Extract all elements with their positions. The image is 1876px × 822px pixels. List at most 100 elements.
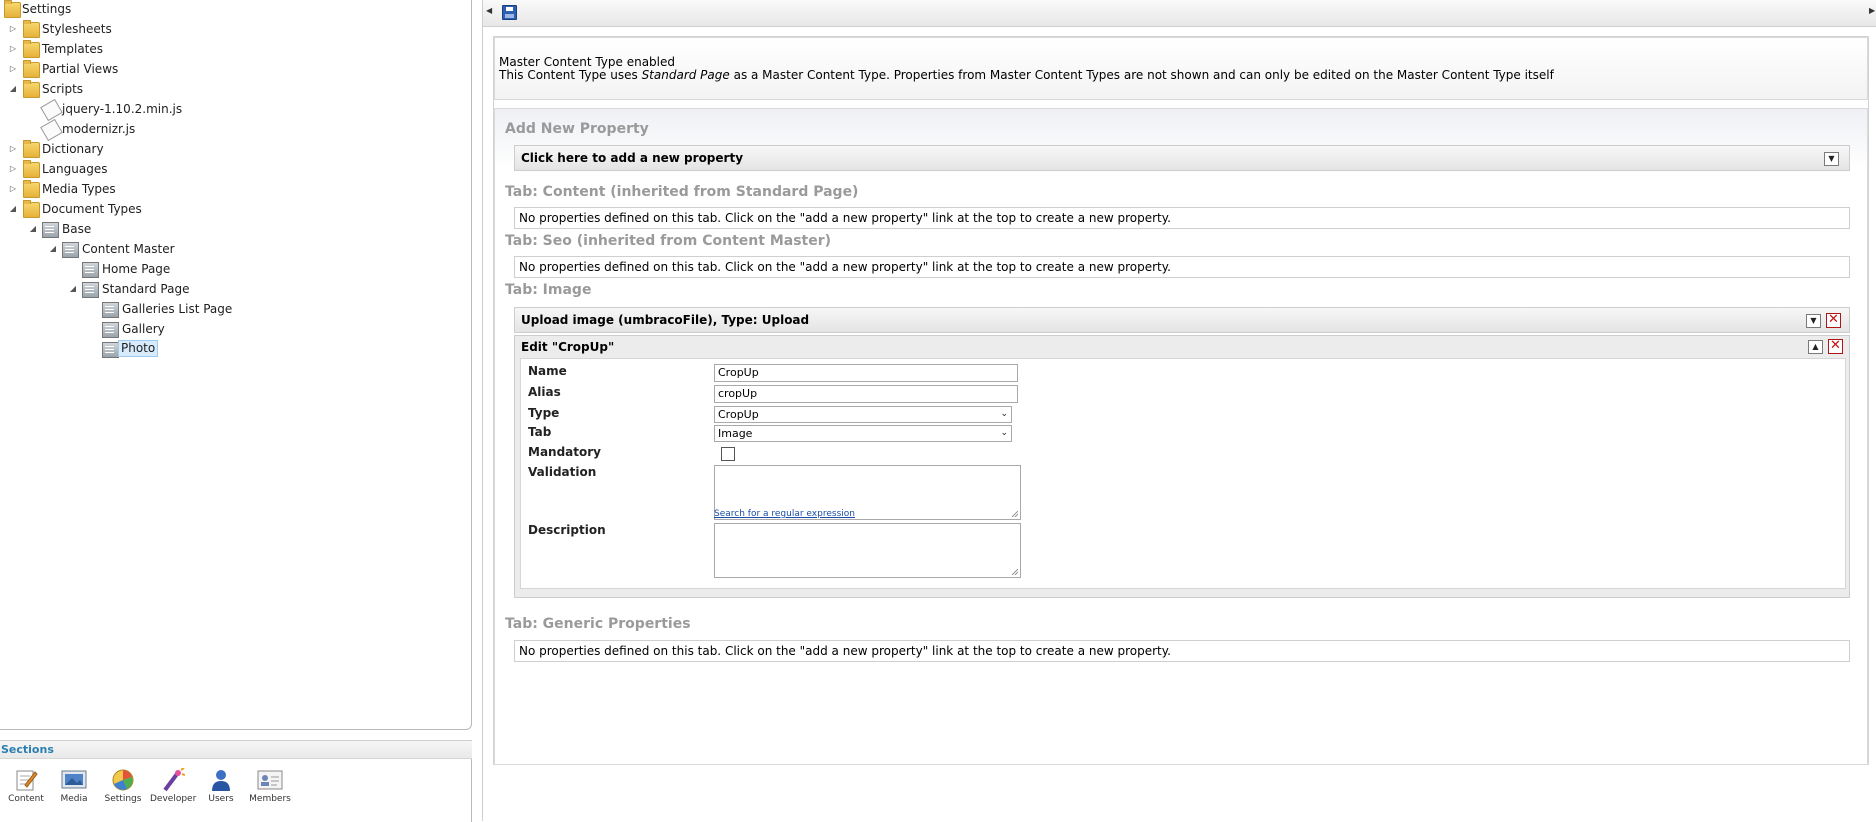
add-new-property-bar[interactable]: Click here to add a new property ▼: [514, 145, 1850, 171]
sections-panel: Sections Content Media Settings Develope…: [0, 740, 472, 822]
regex-search-link[interactable]: Search for a regular expression: [714, 509, 855, 519]
name-label: Name: [528, 364, 567, 378]
type-select-value: CropUp: [718, 408, 759, 421]
alias-input[interactable]: [714, 385, 1018, 403]
tab-select[interactable]: Image ⌄: [714, 425, 1012, 442]
tree-node-label: Partial Views: [42, 62, 119, 76]
scroll-left-icon[interactable]: ◀: [486, 6, 492, 15]
tab-content-empty-message: No properties defined on this tab. Click…: [514, 207, 1850, 229]
settings-section-icon: [110, 768, 136, 792]
expand-arrow-icon[interactable]: ▷: [8, 60, 18, 78]
section-media-button[interactable]: Media: [52, 768, 96, 818]
section-label: Users: [208, 794, 234, 804]
collapse-arrow-icon[interactable]: ◢: [28, 220, 38, 238]
tab-label: Tab: [528, 425, 552, 439]
mandatory-checkbox[interactable]: [721, 447, 735, 461]
document-type-icon: [82, 282, 99, 298]
section-label: Content: [8, 794, 44, 804]
add-new-property-label: Click here to add a new property: [521, 151, 744, 165]
master-content-type-notice: Master Content Type enabled This Content…: [494, 37, 1868, 100]
sections-title: Sections: [0, 741, 472, 759]
tree-node-label: Home Page: [102, 262, 171, 276]
settings-tree: Settings ▷ Stylesheets ▷ Templates ▷ Par…: [0, 0, 472, 730]
developer-section-icon: [159, 767, 186, 792]
chevron-down-icon: ⌄: [1000, 409, 1008, 419]
content-type-editor: Master Content Type enabled This Content…: [493, 36, 1869, 765]
tree-node-label: Dictionary: [42, 142, 104, 156]
toolbar: ◀ ▶: [483, 0, 1876, 27]
expand-arrow-icon[interactable]: ▷: [8, 140, 18, 158]
edit-property-panel: Edit "CropUp" ▲ ✕ Name Alias Type CropUp…: [514, 335, 1850, 598]
folder-icon: [23, 20, 40, 38]
tree-node-label: Base: [62, 222, 92, 236]
description-textarea[interactable]: [714, 523, 1021, 578]
document-type-icon: [102, 302, 119, 318]
collapse-arrow-icon[interactable]: ◢: [8, 80, 18, 98]
document-type-icon: [102, 322, 119, 338]
type-label: Type: [528, 406, 560, 420]
tree-node-label: Templates: [42, 42, 104, 56]
document-type-icon: [102, 342, 119, 358]
section-label: Members: [249, 794, 291, 804]
document-type-icon: [42, 222, 59, 238]
add-new-property-heading: Add New Property: [505, 121, 649, 137]
alias-label: Alias: [528, 385, 561, 399]
media-section-icon: [61, 768, 87, 792]
edit-property-header: Edit "CropUp" ▲ ✕: [515, 336, 1849, 358]
tree-node-label: Gallery: [122, 322, 165, 336]
validation-label: Validation: [528, 465, 597, 479]
folder-icon: [23, 180, 40, 198]
section-developer-button[interactable]: Developer: [150, 767, 197, 818]
section-settings-button[interactable]: Settings: [101, 768, 145, 818]
folder-icon: [4, 0, 21, 18]
collapse-arrow-icon[interactable]: ◢: [8, 200, 18, 218]
scroll-right-icon[interactable]: ▶: [1869, 6, 1875, 15]
section-label: Settings: [104, 794, 142, 804]
folder-icon: [23, 60, 40, 78]
expand-arrow-icon[interactable]: ▷: [8, 20, 18, 38]
section-label: Developer: [150, 794, 197, 804]
notice-text: This Content Type uses Standard Page as …: [499, 68, 1554, 82]
collapse-arrow-icon[interactable]: ◢: [48, 240, 58, 258]
mandatory-label: Mandatory: [528, 445, 601, 459]
content-section-icon: [13, 768, 39, 792]
tab-seo-empty-message: No properties defined on this tab. Click…: [514, 256, 1850, 278]
save-icon[interactable]: [502, 5, 517, 20]
tab-content-heading: Tab: Content (inherited from Standard Pa…: [505, 184, 859, 200]
collapse-arrow-icon[interactable]: ◢: [68, 280, 78, 298]
tab-select-value: Image: [718, 427, 753, 440]
tree-node-label: jquery-1.10.2.min.js: [62, 102, 183, 116]
upload-image-property[interactable]: Upload image (umbracoFile), Type: Upload…: [514, 307, 1850, 333]
section-members-button[interactable]: Members: [248, 768, 292, 818]
expand-arrow-icon[interactable]: ▷: [8, 40, 18, 58]
members-section-icon: [257, 768, 283, 792]
tab-image-heading: Tab: Image: [505, 282, 592, 298]
collapse-property-icon[interactable]: ▲: [1808, 340, 1823, 354]
tree-node-label: Stylesheets: [42, 22, 112, 36]
edit-property-form: Name Alias Type CropUp ⌄ Tab Image ⌄ Man…: [520, 358, 1846, 589]
document-type-icon: [62, 242, 79, 258]
folder-icon: [23, 140, 40, 158]
tab-generic-heading: Tab: Generic Properties: [505, 616, 691, 632]
chevron-down-icon[interactable]: ▼: [1824, 152, 1839, 166]
expand-arrow-icon[interactable]: ▷: [8, 180, 18, 198]
description-label: Description: [528, 523, 606, 537]
type-select[interactable]: CropUp ⌄: [714, 406, 1012, 423]
name-input[interactable]: [714, 364, 1018, 382]
section-label: Media: [60, 794, 88, 804]
delete-property-icon[interactable]: ✕: [1828, 339, 1843, 354]
tree-node-label: Content Master: [82, 242, 175, 256]
expand-property-icon[interactable]: ▼: [1806, 314, 1821, 328]
expand-arrow-icon[interactable]: ▷: [8, 160, 18, 178]
tree-node-label: Galleries List Page: [122, 302, 233, 316]
tree-node-label: Document Types: [42, 202, 142, 216]
tab-seo-heading: Tab: Seo (inherited from Content Master): [505, 233, 832, 249]
main-editor: ◀ ▶ Master Content Type enabled This Con…: [482, 0, 1876, 821]
delete-property-icon[interactable]: ✕: [1826, 313, 1841, 328]
properties-panel: Add New Property Click here to add a new…: [494, 108, 1868, 765]
tree-node-label: Settings: [22, 2, 72, 16]
tree-node-label: Scripts: [42, 82, 84, 96]
upload-property-label: Upload image (umbracoFile), Type: Upload: [521, 313, 810, 327]
section-users-button[interactable]: Users: [199, 768, 243, 818]
section-content-button[interactable]: Content: [4, 768, 48, 818]
